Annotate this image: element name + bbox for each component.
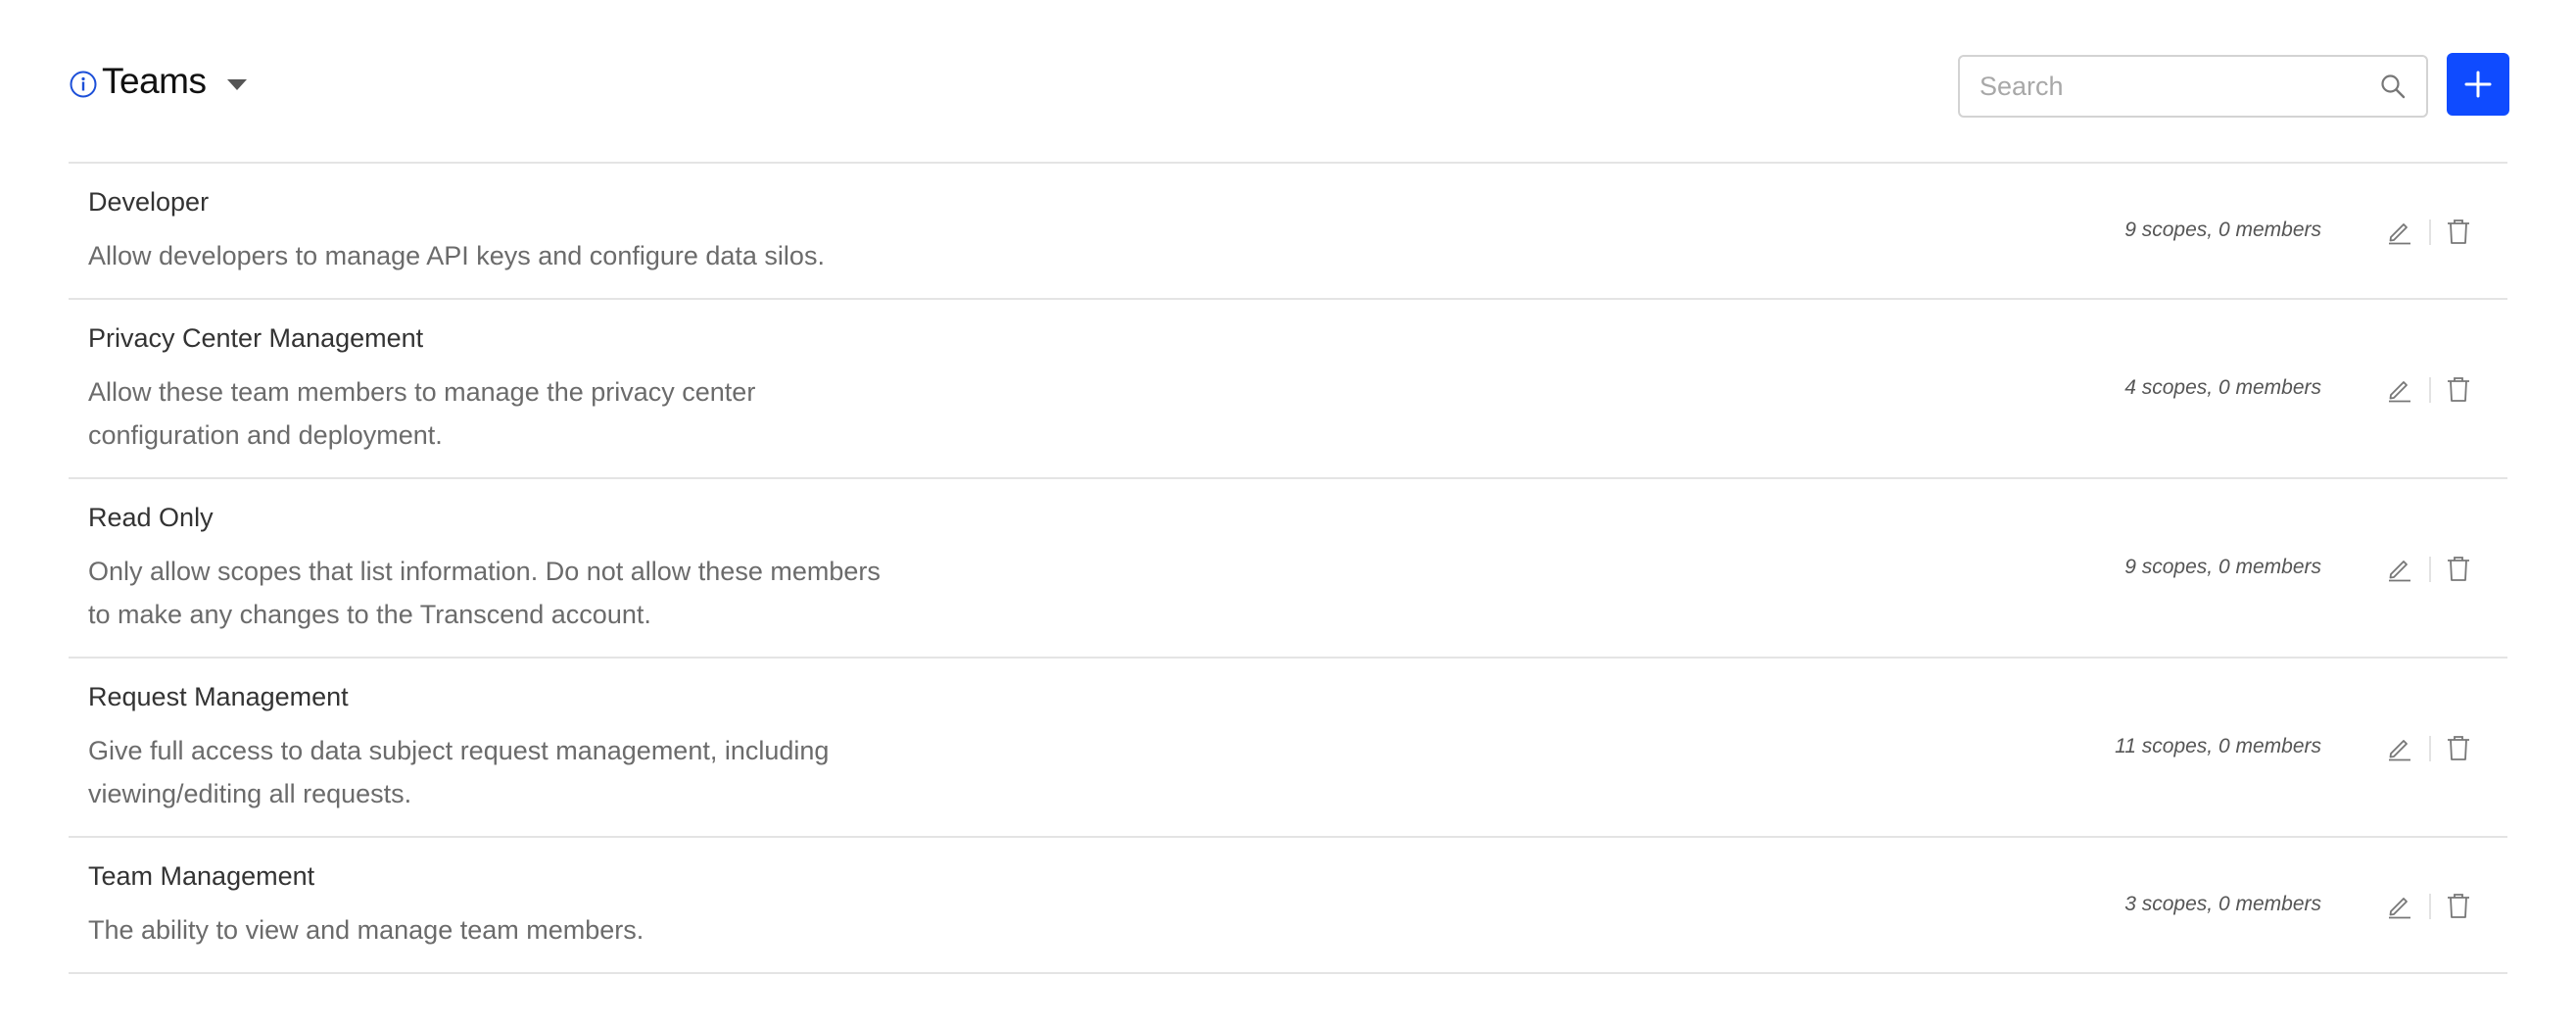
pencil-icon[interactable]	[2386, 555, 2413, 582]
teams-page: Teams Developer Allow developers to mana…	[69, 0, 2509, 1025]
team-row[interactable]: Team Management The ability to view and …	[69, 838, 2507, 974]
title-group: Teams	[69, 57, 248, 106]
team-row[interactable]: Read Only Only allow scopes that list in…	[69, 479, 2507, 659]
pencil-icon[interactable]	[2386, 892, 2413, 919]
pencil-icon[interactable]	[2386, 375, 2413, 403]
divider	[2429, 220, 2431, 245]
team-description: Only allow scopes that list information.…	[88, 557, 881, 629]
divider	[2429, 894, 2431, 919]
team-row[interactable]: Developer Allow developers to manage API…	[69, 164, 2507, 300]
pencil-icon[interactable]	[2386, 218, 2413, 245]
chevron-down-icon[interactable]	[227, 78, 248, 90]
trash-icon[interactable]	[2445, 892, 2472, 919]
team-name: Privacy Center Management	[88, 323, 424, 353]
trash-icon[interactable]	[2445, 375, 2472, 403]
team-name: Read Only	[88, 503, 214, 532]
team-description: Give full access to data subject request…	[88, 736, 830, 808]
team-description: The ability to view and manage team memb…	[88, 915, 644, 945]
divider	[2429, 377, 2431, 403]
add-team-button[interactable]	[2447, 53, 2509, 116]
search-input[interactable]	[1980, 57, 2352, 116]
team-meta: 11 scopes, 0 members	[2115, 735, 2321, 757]
team-meta: 3 scopes, 0 members	[2124, 893, 2321, 915]
trash-icon[interactable]	[2445, 218, 2472, 245]
team-meta: 9 scopes, 0 members	[2124, 219, 2321, 241]
page-title: Teams	[102, 61, 207, 101]
team-description: Allow developers to manage API keys and …	[88, 241, 825, 270]
team-name: Request Management	[88, 682, 349, 711]
pencil-icon[interactable]	[2386, 734, 2413, 761]
team-name: Team Management	[88, 861, 315, 891]
team-meta: 9 scopes, 0 members	[2124, 556, 2321, 578]
page-header: Teams	[69, 0, 2509, 164]
team-row[interactable]: Request Management Give full access to d…	[69, 659, 2507, 838]
divider	[2429, 557, 2431, 582]
trash-icon[interactable]	[2445, 734, 2472, 761]
team-name: Developer	[88, 187, 210, 217]
info-icon[interactable]	[69, 70, 98, 99]
plus-icon	[2464, 71, 2492, 98]
search-icon[interactable]	[2379, 73, 2407, 100]
team-row[interactable]: Privacy Center Management Allow these te…	[69, 300, 2507, 479]
search-box	[1958, 55, 2428, 118]
trash-icon[interactable]	[2445, 555, 2472, 582]
team-meta: 4 scopes, 0 members	[2124, 376, 2321, 399]
divider	[2429, 736, 2431, 761]
team-description: Allow these team members to manage the p…	[88, 377, 756, 450]
